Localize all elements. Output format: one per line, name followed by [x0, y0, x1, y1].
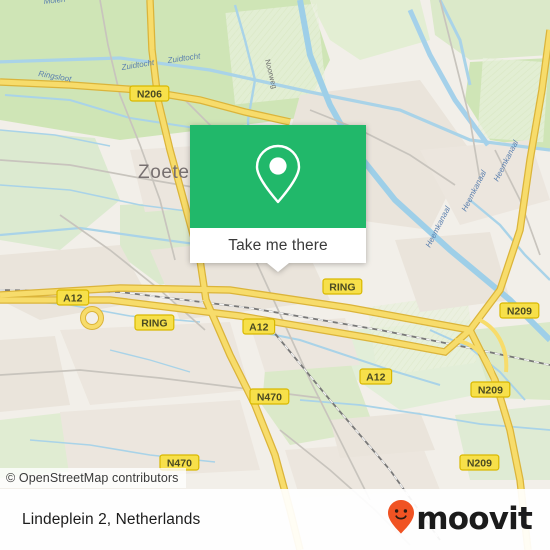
callout-action-area[interactable]: Take me there — [190, 228, 366, 263]
road-shield: N209 — [470, 381, 511, 398]
moovit-map-screen: Zuidtocht Zuidtocht Ringsloot Molen Heem… — [0, 0, 550, 550]
road-shield-label: RING — [141, 317, 167, 329]
road-shield: A12 — [242, 318, 276, 335]
moovit-smiley-pin-icon — [387, 499, 415, 540]
road-shield-label: N209 — [507, 305, 532, 317]
callout-tail-pointer — [267, 263, 289, 272]
road-shield: N206 — [129, 85, 170, 102]
take-me-there-callout[interactable]: Take me there — [190, 125, 366, 272]
map-pin-icon — [252, 143, 304, 210]
road-shield-label: N209 — [467, 457, 492, 469]
road-shield: N209 — [499, 302, 540, 319]
place-title: Lindeplein 2, Netherlands — [22, 510, 201, 528]
moovit-wordmark: moovit — [416, 501, 533, 537]
bottom-info-bar: Lindeplein 2, Netherlands moovit — [0, 489, 550, 550]
road-shield: A12 — [56, 289, 90, 306]
road-shield-label: RING — [329, 281, 355, 293]
road-shield-label: A12 — [366, 371, 385, 383]
road-shield-label: N206 — [137, 88, 162, 100]
moovit-brand[interactable]: moovit — [387, 499, 533, 540]
road-shield-label: N209 — [478, 384, 503, 396]
road-shield: RING — [134, 314, 175, 331]
road-shield: N470 — [249, 388, 290, 405]
road-shield-label: N470 — [257, 391, 282, 403]
road-shield-label: A12 — [249, 321, 268, 333]
road-shield: A12 — [359, 368, 393, 385]
road-shield: N209 — [459, 454, 500, 471]
take-me-there-label: Take me there — [228, 236, 328, 254]
map-city-label: Zoete — [138, 162, 190, 183]
callout-icon-area — [190, 125, 366, 228]
road-shield-label: A12 — [63, 292, 82, 304]
osm-attribution[interactable]: © OpenStreetMap contributors — [0, 468, 186, 488]
road-shield: RING — [322, 278, 363, 295]
